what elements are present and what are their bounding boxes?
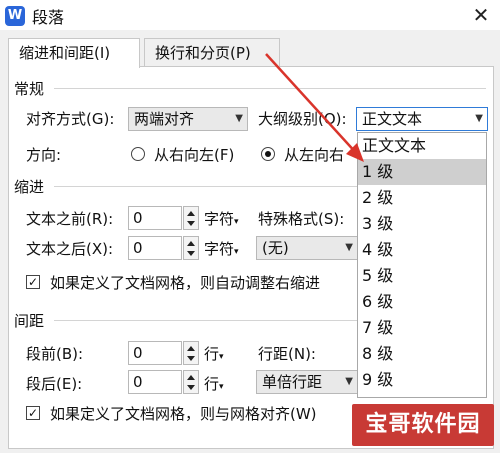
annotation-arrow [265, 53, 364, 162]
arrow-line-icon [265, 53, 359, 156]
